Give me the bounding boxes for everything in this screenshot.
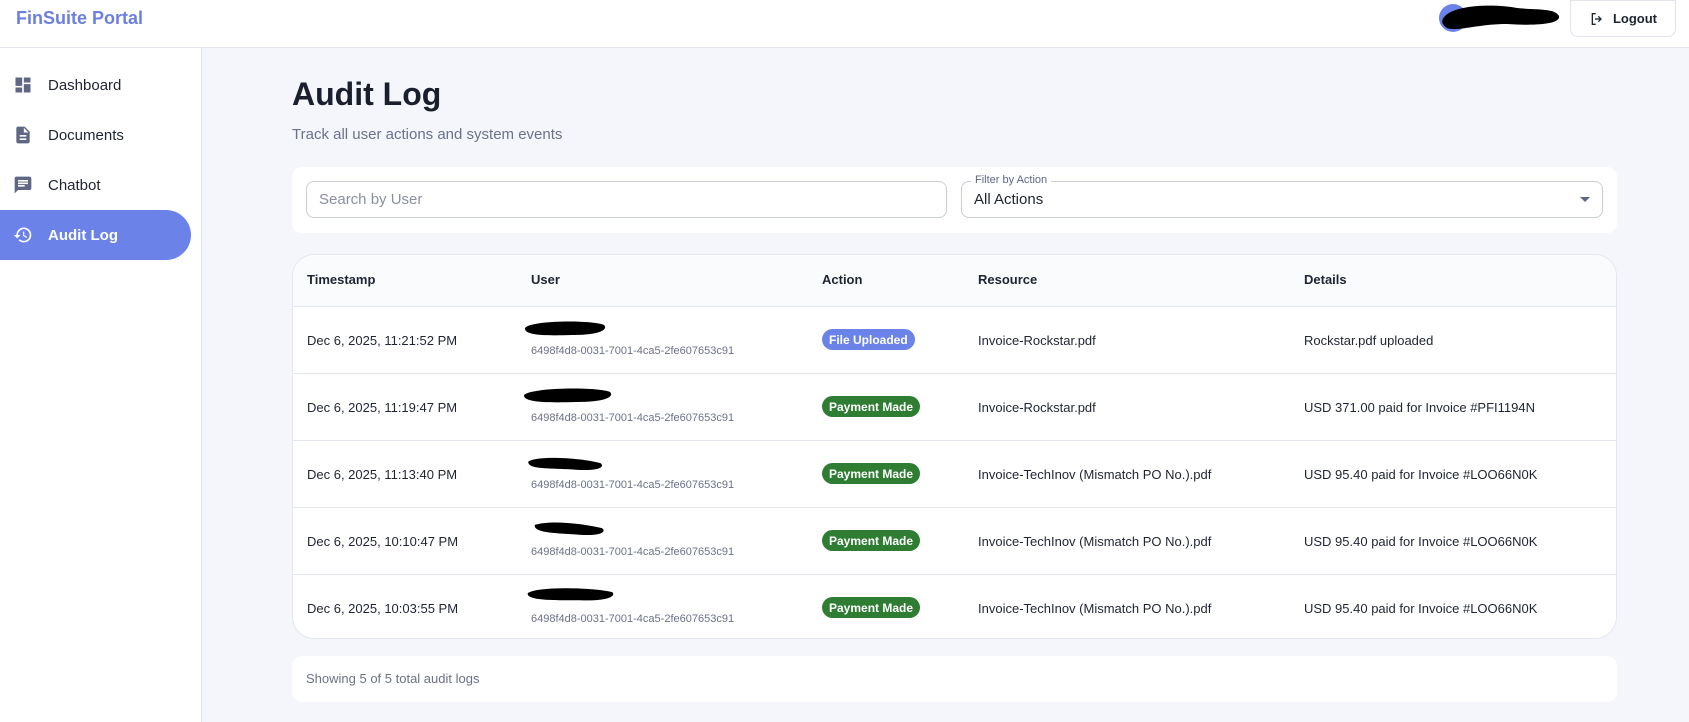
sidebar: Dashboard Documents Chatbot Audit Log [0,48,202,722]
timestamp-cell: Dec 6, 2025, 10:10:47 PM [307,534,459,549]
top-bar: FinSuite Portal Logout [0,0,1689,48]
action-filter-label: Filter by Action [971,174,1052,186]
sidebar-item-chatbot[interactable]: Chatbot [0,160,191,210]
user-id: 6498f4d8-0031-7001-4ca5-2fe607653c91 [531,412,735,424]
user-id: 6498f4d8-0031-7001-4ca5-2fe607653c91 [531,345,735,357]
dashboard-icon [13,75,33,95]
table-footer: Showing 5 of 5 total audit logs [292,656,1617,702]
resource-cell: Invoice-TechInov (Mismatch PO No.).pdf [978,534,1212,549]
resource-cell: Invoice-TechInov (Mismatch PO No.).pdf [978,467,1212,482]
redacted-user-avatar[interactable] [1437,2,1562,33]
details-cell: USD 95.40 paid for Invoice #LOO66N0K [1304,601,1538,616]
table-row[interactable]: Dec 6, 2025, 11:13:40 PM 6498f4d8-0031-7… [293,441,1616,508]
logout-label: Logout [1612,11,1658,26]
sidebar-item-label: Chatbot [48,176,101,194]
action-badge: Payment Made [822,396,921,417]
sidebar-item-label: Audit Log [48,226,118,244]
user-id: 6498f4d8-0031-7001-4ca5-2fe607653c91 [531,479,735,491]
page-subtitle: Track all user actions and system events [292,126,563,143]
user-id: 6498f4d8-0031-7001-4ca5-2fe607653c91 [531,546,735,558]
page-title: Audit Log [292,76,442,112]
column-header-action[interactable]: Action [822,272,862,287]
action-filter-select[interactable]: Filter by Action All Actions [961,174,1603,218]
action-badge: Payment Made [822,597,921,618]
history-icon [13,225,33,245]
redacted-user-name [527,588,614,601]
column-header-details[interactable]: Details [1304,272,1347,287]
action-badge: File Uploaded [822,329,915,350]
details-cell: USD 95.40 paid for Invoice #LOO66N0K [1304,467,1538,482]
sidebar-item-audit-log[interactable]: Audit Log [0,210,191,260]
column-header-timestamp[interactable]: Timestamp [307,272,375,287]
column-header-user[interactable]: User [531,272,560,287]
details-cell: USD 95.40 paid for Invoice #LOO66N0K [1304,534,1538,549]
app-title[interactable]: FinSuite Portal [16,8,143,29]
table-row[interactable]: Dec 6, 2025, 10:03:55 PM 6498f4d8-0031-7… [293,575,1616,638]
sidebar-item-label: Documents [48,126,124,144]
table-header: Timestamp User Action Resource Details [293,255,1616,307]
details-cell: Rockstar.pdf uploaded [1304,333,1434,348]
column-header-resource[interactable]: Resource [978,272,1037,287]
audit-log-table: Timestamp User Action Resource Details D… [292,254,1617,639]
logout-button[interactable]: Logout [1570,0,1676,37]
timestamp-cell: Dec 6, 2025, 11:19:47 PM [307,400,458,415]
sidebar-item-documents[interactable]: Documents [0,110,191,160]
user-id: 6498f4d8-0031-7001-4ca5-2fe607653c91 [531,613,735,625]
search-user-input[interactable] [306,181,947,218]
results-summary: Showing 5 of 5 total audit logs [306,671,480,686]
chevron-down-icon [1580,197,1590,202]
action-badge: Payment Made [822,463,921,484]
redacted-user-name [534,522,604,536]
redacted-user-name [528,457,603,471]
timestamp-cell: Dec 6, 2025, 11:13:40 PM [307,467,458,482]
table-row[interactable]: Dec 6, 2025, 11:21:52 PM 6498f4d8-0031-7… [293,307,1616,374]
table-row[interactable]: Dec 6, 2025, 11:19:47 PM 6498f4d8-0031-7… [293,374,1616,441]
sidebar-item-label: Dashboard [48,76,122,94]
logout-icon [1591,12,1602,25]
resource-cell: Invoice-TechInov (Mismatch PO No.).pdf [978,601,1212,616]
resource-cell: Invoice-Rockstar.pdf [978,400,1096,415]
sidebar-item-dashboard[interactable]: Dashboard [0,60,191,110]
chat-icon [13,175,33,195]
timestamp-cell: Dec 6, 2025, 11:21:52 PM [307,333,458,348]
redacted-user-name [524,321,606,336]
timestamp-cell: Dec 6, 2025, 10:03:55 PM [307,601,459,616]
table-row[interactable]: Dec 6, 2025, 10:10:47 PM 6498f4d8-0031-7… [293,508,1616,575]
action-filter-value: All Actions [974,191,1044,208]
resource-cell: Invoice-Rockstar.pdf [978,333,1096,348]
filter-bar: Filter by Action All Actions [292,167,1617,233]
redacted-user-name [523,388,612,403]
details-cell: USD 371.00 paid for Invoice #PFI1194N [1304,400,1536,415]
action-badge: Payment Made [822,530,921,551]
document-icon [13,125,33,145]
